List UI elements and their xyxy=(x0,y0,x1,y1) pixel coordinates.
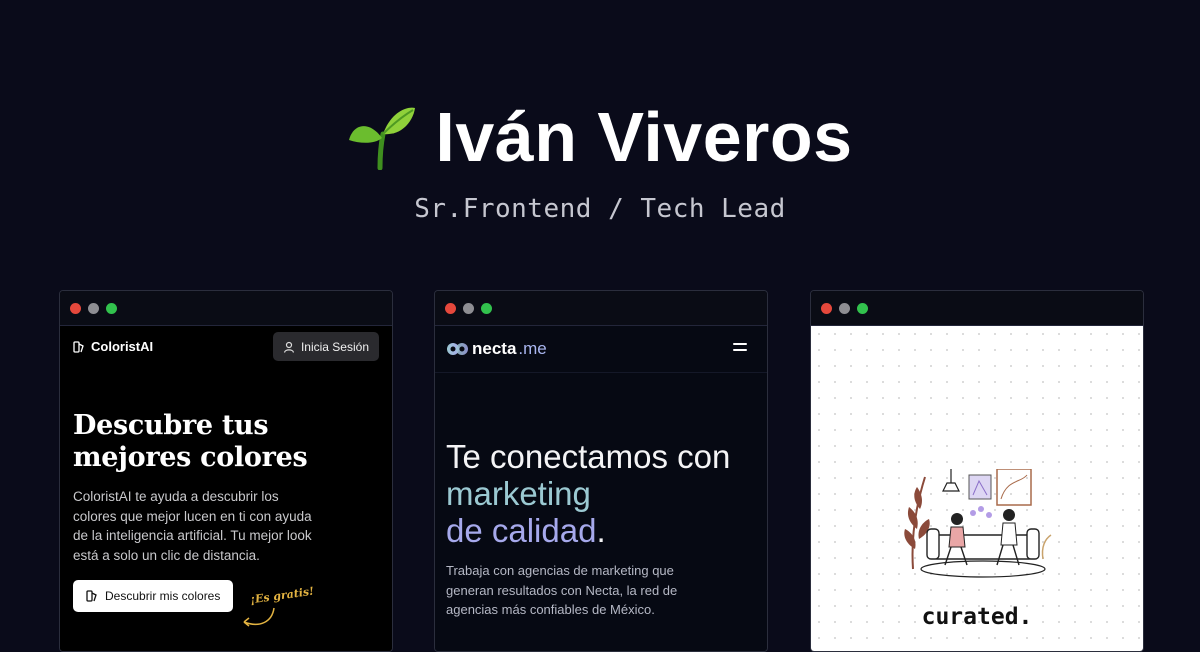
user-icon xyxy=(283,341,295,353)
maximize-dot xyxy=(857,302,868,314)
project-window-necta[interactable]: necta .me Te conectamos con marketing de c… xyxy=(434,290,768,652)
necta-headline: Te conectamos con marketing de calidad. xyxy=(446,438,756,549)
title-line-2: mejores colores xyxy=(73,442,308,473)
close-dot xyxy=(70,302,81,314)
seedling-icon xyxy=(347,104,417,170)
curated-page: curated. xyxy=(811,326,1143,651)
window-titlebar xyxy=(811,291,1143,326)
project-window-coloristai[interactable]: ColoristAI Inicia Sesión Descubre tus me… xyxy=(59,290,393,652)
author-name: Iván Viveros xyxy=(435,98,853,176)
infinity-logo-icon xyxy=(447,343,468,355)
coloristai-logo-text: ColoristAI xyxy=(91,339,154,354)
necta-description: Trabaja con agencias de marketing que ge… xyxy=(446,563,678,617)
necta-logo-suffix: .me xyxy=(518,339,547,358)
coloristai-description: ColoristAI te ayuda a descubrir los colo… xyxy=(73,489,312,563)
palette-icon xyxy=(73,340,84,353)
minimize-dot xyxy=(839,302,850,314)
close-dot xyxy=(821,302,832,314)
necta-logo[interactable]: necta .me xyxy=(446,339,547,359)
headline-highlight-marketing: marketing xyxy=(446,475,591,512)
curved-arrow-icon xyxy=(243,607,275,627)
window-titlebar xyxy=(60,291,392,326)
hamburger-menu-icon[interactable] xyxy=(733,343,747,355)
hero-header: Iván Viveros Sr.Frontend / Tech Lead xyxy=(0,92,1200,224)
title-line-1: Descubre tus xyxy=(73,410,269,441)
coloristai-logo[interactable]: ColoristAI xyxy=(73,339,153,354)
minimize-dot xyxy=(88,302,99,314)
living-room-illustration xyxy=(904,469,1052,578)
minimize-dot xyxy=(463,302,474,314)
cta-label: Descubrir mis colores xyxy=(105,589,221,603)
coloristai-page: ColoristAI Inicia Sesión Descubre tus me… xyxy=(60,326,392,651)
necta-logo-text: necta xyxy=(472,339,517,358)
necta-page: necta .me Te conectamos con marketing de c… xyxy=(435,326,767,651)
palette-icon xyxy=(86,590,97,602)
necta-navbar: necta .me xyxy=(435,326,767,373)
maximize-dot xyxy=(481,302,492,314)
project-window-curated[interactable]: curated. xyxy=(810,290,1144,652)
coloristai-title: Descubre tus mejores colores xyxy=(73,410,373,474)
free-badge: ¡Es gratis! xyxy=(249,584,315,607)
headline-text: Te conectamos con xyxy=(446,438,731,475)
discover-colors-button[interactable]: Descubrir mis colores xyxy=(73,580,234,612)
login-button[interactable]: Inicia Sesión xyxy=(272,332,379,361)
headline-period: . xyxy=(596,512,606,549)
login-label: Inicia Sesión xyxy=(300,339,369,354)
curated-brand: curated. xyxy=(921,604,1033,630)
window-titlebar xyxy=(435,291,767,326)
close-dot xyxy=(445,302,456,314)
author-role: Sr.Frontend / Tech Lead xyxy=(414,194,786,224)
maximize-dot xyxy=(106,302,117,314)
headline-highlight-quality: de calidad xyxy=(446,512,597,549)
